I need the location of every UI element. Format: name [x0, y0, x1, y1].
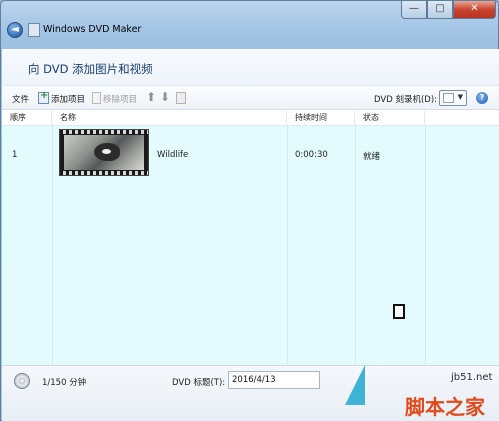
- watermark-site: jb51.net: [451, 372, 493, 383]
- back-arrow-icon[interactable]: ◄: [7, 22, 23, 38]
- add-item-button[interactable]: 添加项目: [51, 93, 85, 105]
- film-perforation: [60, 130, 148, 134]
- maximize-button[interactable]: □: [427, 1, 453, 19]
- watermark-corner: [345, 365, 365, 405]
- move-down-icon[interactable]: ⬇: [160, 90, 170, 104]
- dvd-burner-select[interactable]: ▼: [439, 90, 467, 106]
- column-header-status[interactable]: 状态: [355, 111, 425, 126]
- film-perforation: [60, 171, 148, 175]
- minimize-button[interactable]: —: [401, 1, 427, 19]
- dvd-burner-label: DVD 刻录机(D):: [374, 95, 437, 105]
- disc-usage: 1/150 分钟: [42, 378, 87, 388]
- row-name: Wildlife: [157, 150, 189, 160]
- watermark: jb51.net 脚本之家: [345, 357, 499, 421]
- table-row[interactable]: 1 Wildlife 0:00:30 就绪: [2, 126, 499, 186]
- column-header-order[interactable]: 顺序: [2, 111, 52, 126]
- dvd-title-input[interactable]: [228, 371, 320, 389]
- help-icon[interactable]: ?: [476, 92, 488, 104]
- column-header-duration[interactable]: 持续时间: [287, 111, 355, 126]
- thumbnail-frame: [64, 135, 144, 170]
- page-title: 向 DVD 添加图片和视频: [28, 62, 153, 76]
- title-bar: ◄ Windows DVD Maker — □ ✕: [1, 1, 499, 49]
- close-button[interactable]: ✕: [453, 1, 496, 19]
- file-menu[interactable]: 文件: [12, 93, 29, 105]
- move-up-icon[interactable]: ⬆: [146, 90, 156, 104]
- toolbar: 文件 添加项目 移除项目 ⬆ ⬇ DVD 刻录机(D): ▼ ?: [2, 85, 499, 110]
- row-status: 就绪: [363, 152, 381, 162]
- chevron-down-icon: ▼: [457, 93, 463, 101]
- remove-item-icon: [92, 92, 101, 104]
- window-title: Windows DVD Maker: [43, 24, 142, 35]
- column-header-name[interactable]: 名称: [52, 111, 287, 126]
- row-order: 1: [12, 150, 18, 160]
- caption-buttons: — □ ✕: [401, 1, 496, 19]
- drive-icon: [443, 93, 454, 103]
- disc-icon: [14, 373, 30, 389]
- row-duration: 0:00:30: [295, 150, 328, 160]
- add-item-icon[interactable]: [38, 90, 49, 104]
- dvd-title-label: DVD 标题(T):: [172, 378, 226, 388]
- dvd-maker-window: ◄ Windows DVD Maker — □ ✕ 向 DVD 添加图片和视频 …: [0, 0, 499, 421]
- mouse-cursor-icon: [393, 304, 405, 319]
- page-header: 向 DVD 添加图片和视频: [2, 49, 499, 85]
- export-icon[interactable]: [176, 92, 186, 104]
- table-header: 顺序 名称 持续时间 状态: [2, 111, 499, 126]
- remove-item-button[interactable]: 移除项目: [103, 93, 137, 105]
- watermark-name: 脚本之家: [405, 395, 485, 419]
- dvd-maker-icon: [28, 23, 40, 37]
- video-thumbnail: [59, 129, 149, 176]
